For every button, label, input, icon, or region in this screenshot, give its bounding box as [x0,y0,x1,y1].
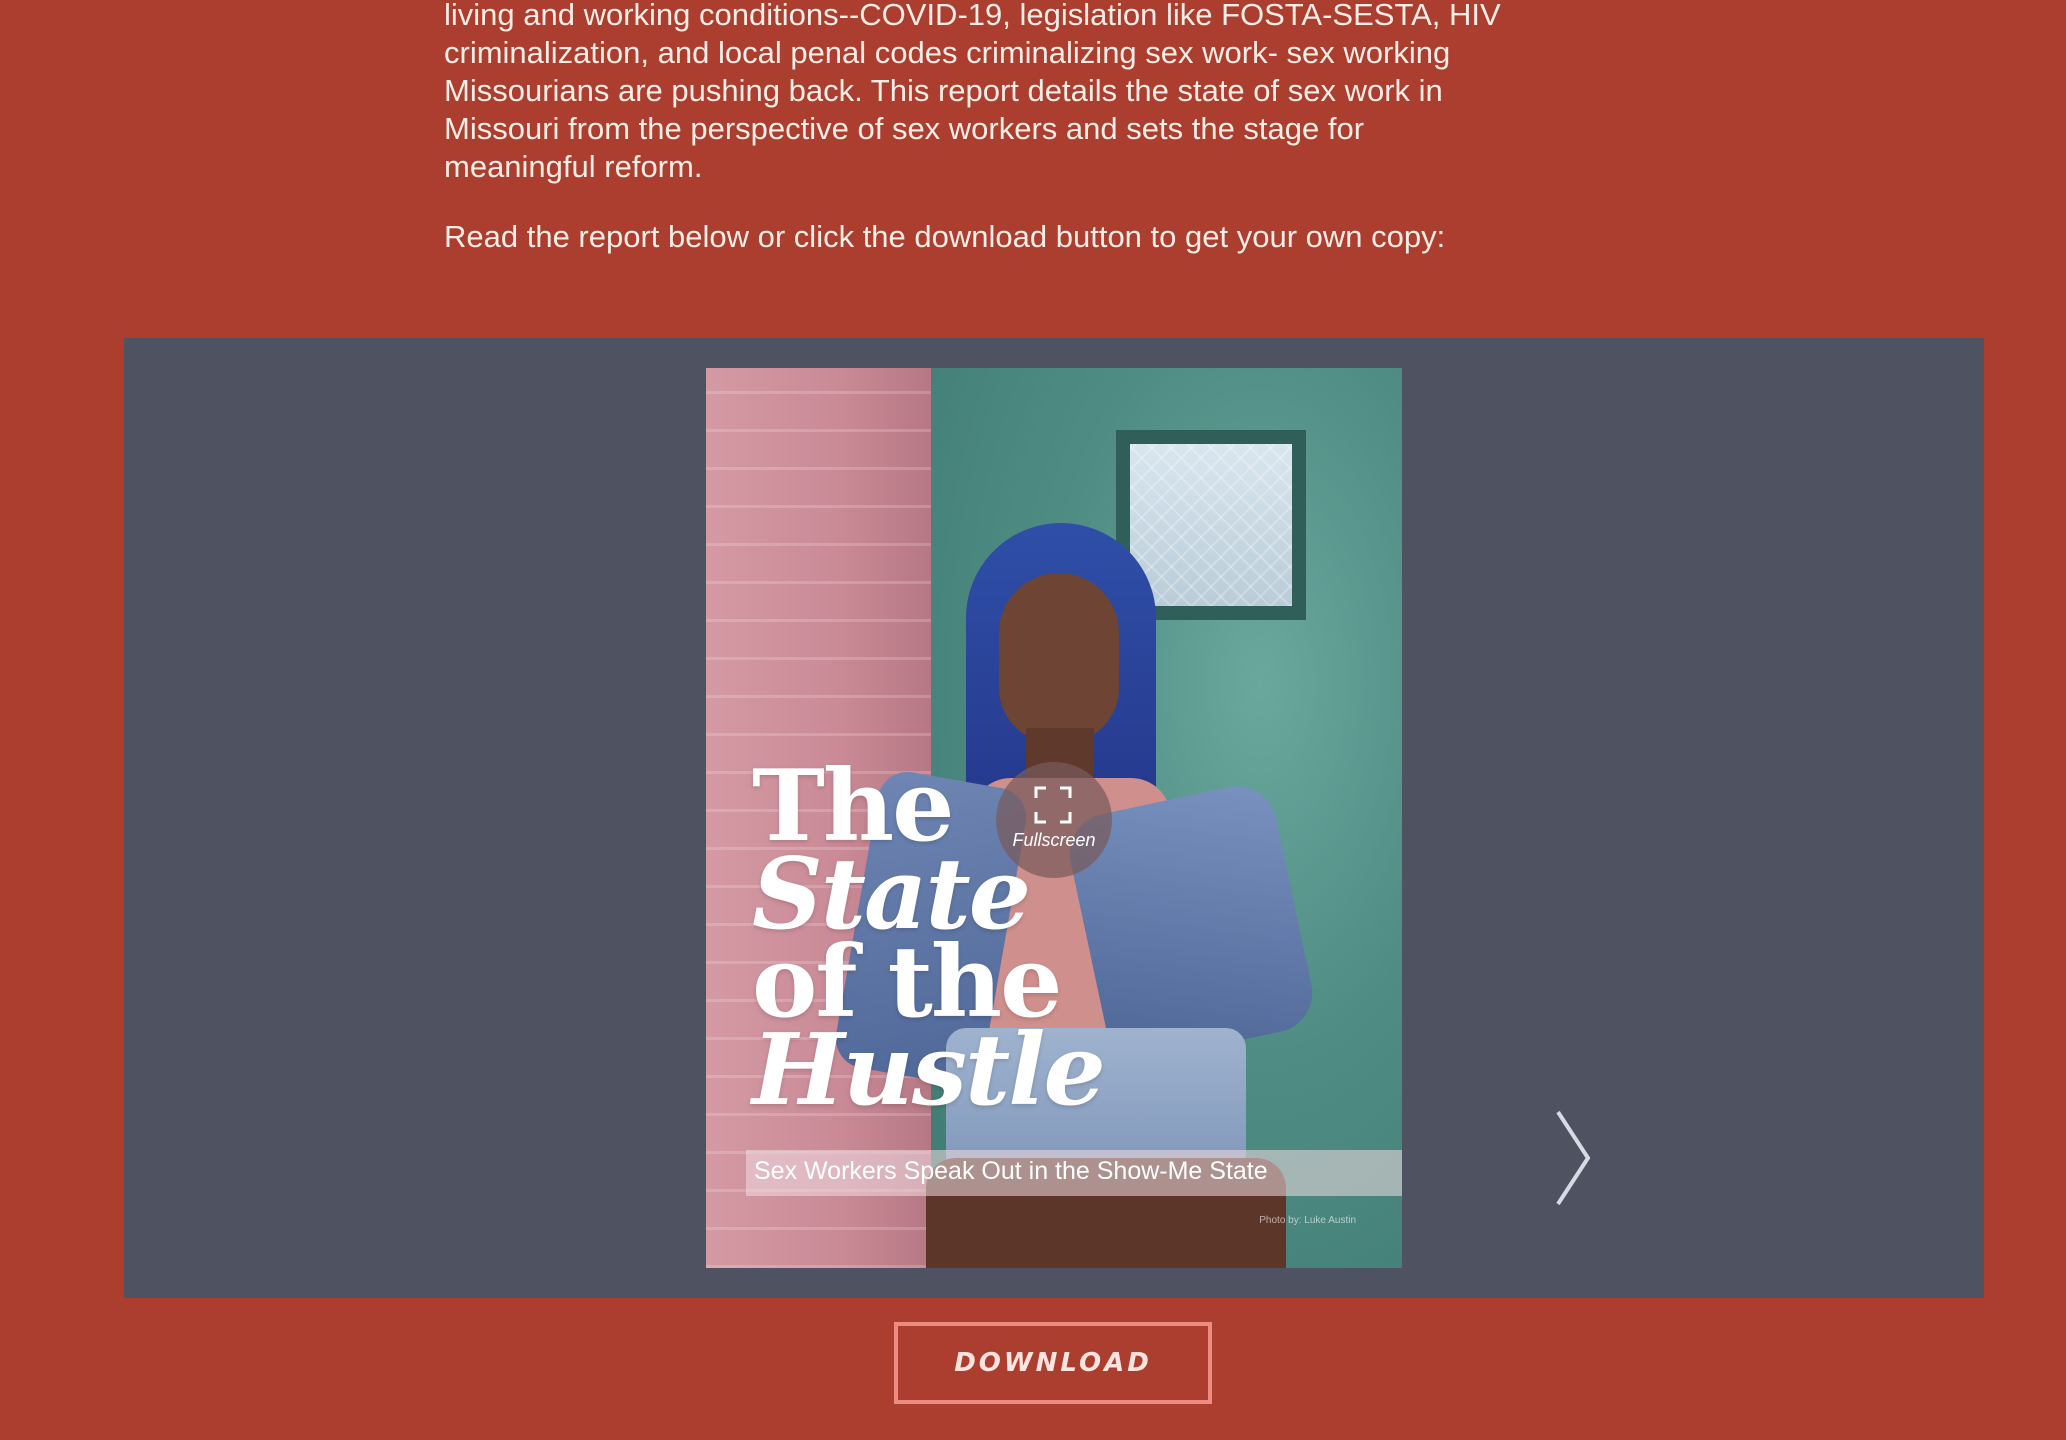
page: living and working conditions--COVID-19,… [0,0,2066,1440]
cover-title-line: Hustle [752,1013,1106,1128]
intro-line: meaningful reform. [444,149,703,184]
intro-text: living and working conditions--COVID-19,… [444,0,1674,256]
fullscreen-label: Fullscreen [1012,830,1096,850]
intro-line: living and working conditions--COVID-19,… [444,0,1501,32]
intro-line: Missouri from the perspective of sex wor… [444,111,1365,146]
download-button[interactable]: DOWNLOAD [894,1322,1212,1404]
fullscreen-button[interactable]: Fullscreen [996,762,1112,878]
chevron-right-icon [1556,1110,1591,1206]
download-prompt: Read the report below or click the downl… [444,219,1446,254]
cover-subtitle: Sex Workers Speak Out in the Show-Me Sta… [754,1157,1268,1185]
intro-paragraph: living and working conditions--COVID-19,… [444,0,1674,186]
cover-subtitle-band: Sex Workers Speak Out in the Show-Me Sta… [746,1150,1402,1196]
next-page-button[interactable] [1550,1108,1594,1208]
expand-icon [1034,786,1072,824]
intro-line: criminalization, and local penal codes c… [444,35,1451,70]
cover-figure-face [999,573,1119,743]
intro-line: Missourians are pushing back. This repor… [444,73,1443,108]
photo-credit: Photo by: Luke Austin [1259,1215,1356,1226]
